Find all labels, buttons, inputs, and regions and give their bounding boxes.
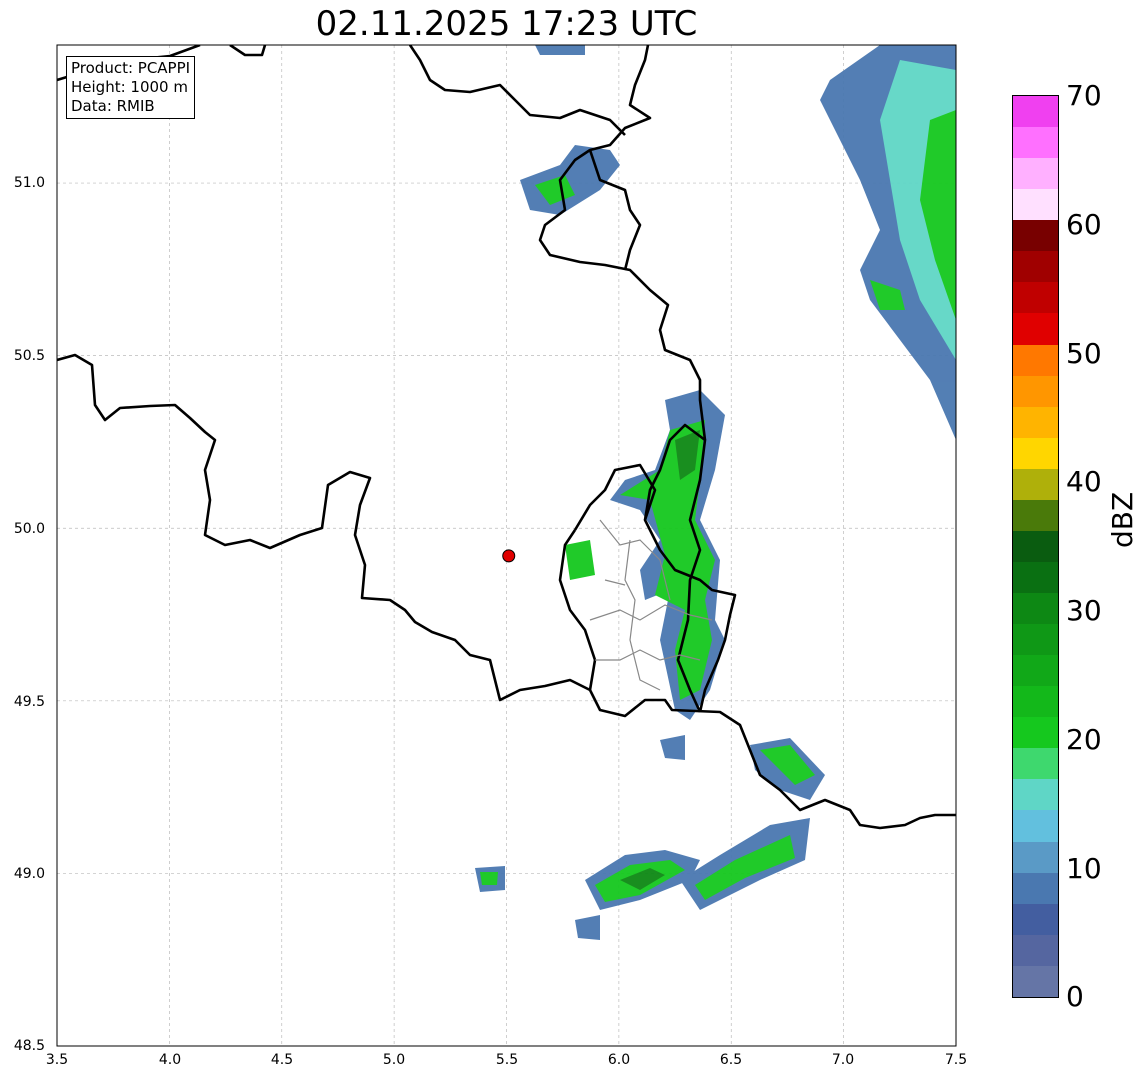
colorbar-segment: [1013, 158, 1058, 190]
colorbar-segment: [1013, 468, 1058, 500]
x-tick-label: 7.5: [944, 1052, 968, 1068]
colorbar-segment: [1013, 934, 1058, 966]
colorbar-segment: [1013, 779, 1058, 811]
colorbar-segment: [1013, 872, 1058, 904]
x-tick-label: 3.5: [45, 1052, 69, 1068]
x-tick-label: 5.0: [382, 1052, 406, 1068]
colorbar-tick-label: 20: [1066, 723, 1102, 756]
radar-map: [56, 44, 957, 1047]
colorbar: [1012, 95, 1059, 998]
product-info-box: Product: PCAPPI Height: 1000 m Data: RMI…: [66, 56, 196, 119]
colorbar-segment: [1013, 655, 1058, 687]
colorbar-segment: [1013, 220, 1058, 252]
colorbar-segment: [1013, 313, 1058, 345]
colorbar-segment: [1013, 437, 1058, 469]
colorbar-label: dBZ: [1106, 491, 1139, 548]
colorbar-segment: [1013, 499, 1058, 531]
colorbar-tick-label: 70: [1066, 79, 1102, 112]
colorbar-segment: [1013, 903, 1058, 935]
colorbar-segment: [1013, 282, 1058, 314]
echo-west-small: [565, 540, 595, 580]
colorbar-segment: [1013, 686, 1058, 718]
colorbar-segment: [1013, 561, 1058, 593]
x-tick-label: 4.5: [270, 1052, 294, 1068]
y-tick-label: 49.0: [13, 866, 45, 882]
colorbar-segment: [1013, 748, 1058, 780]
colorbar-segment: [1013, 593, 1058, 625]
colorbar-segment: [1013, 530, 1058, 562]
colorbar-segment: [1013, 189, 1058, 221]
colorbar-segment: [1013, 96, 1058, 128]
colorbar-segment: [1013, 965, 1058, 997]
echo-north-small: [535, 45, 585, 55]
data-source-label: Data: RMIB: [71, 97, 155, 115]
colorbar-tick-label: 60: [1066, 208, 1102, 241]
colorbar-tick-label: 0: [1066, 980, 1084, 1013]
x-tick-label: 6.5: [719, 1052, 743, 1068]
colorbar-segment: [1013, 344, 1058, 376]
colorbar-tick-label: 10: [1066, 852, 1102, 885]
echo-w-small-core: [480, 872, 498, 885]
colorbar-segment: [1013, 624, 1058, 656]
y-tick-label: 50.0: [13, 521, 45, 537]
x-tick-label: 6.0: [607, 1052, 631, 1068]
colorbar-segment: [1013, 841, 1058, 873]
colorbar-tick-label: 40: [1066, 465, 1102, 498]
x-tick-label: 4.0: [158, 1052, 182, 1068]
colorbar-tick-label: 50: [1066, 337, 1102, 370]
product-label: Product: PCAPPI: [71, 59, 191, 77]
y-tick-label: 49.5: [13, 694, 45, 710]
height-label: Height: 1000 m: [71, 78, 188, 96]
colorbar-segment: [1013, 375, 1058, 407]
x-tick-label: 5.5: [495, 1052, 519, 1068]
colorbar-segment: [1013, 406, 1058, 438]
colorbar-segment: [1013, 127, 1058, 159]
colorbar-tick-label: 30: [1066, 594, 1102, 627]
radar-site-marker: [502, 549, 516, 563]
colorbar-segment: [1013, 251, 1058, 283]
y-tick-label: 50.5: [13, 348, 45, 364]
colorbar-segment: [1013, 717, 1058, 749]
colorbar-segment: [1013, 810, 1058, 842]
x-tick-label: 7.0: [831, 1052, 855, 1068]
y-tick-label: 51.0: [13, 175, 45, 191]
